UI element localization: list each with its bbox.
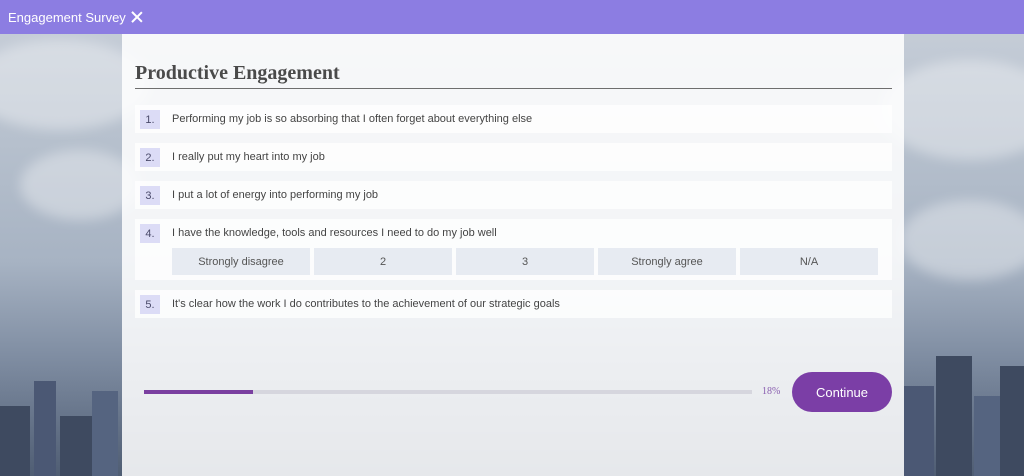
rating-options: Strongly disagree 2 3 Strongly agree N/A <box>172 248 882 275</box>
question-text: It's clear how the work I do contributes… <box>172 298 560 310</box>
question-number: 2. <box>140 148 160 167</box>
question-4: 4. I have the knowledge, tools and resou… <box>135 219 892 280</box>
question-number: 1. <box>140 110 160 129</box>
app-title: Engagement Survey <box>8 9 126 25</box>
continue-button[interactable]: Continue <box>792 372 892 412</box>
option-strongly-agree[interactable]: Strongly agree <box>598 248 736 275</box>
close-icon[interactable] <box>131 11 143 23</box>
question-text: I put a lot of energy into performing my… <box>172 189 379 201</box>
question-number: 3. <box>140 186 160 205</box>
question-5[interactable]: 5. It's clear how the work I do contribu… <box>135 290 892 318</box>
question-number: 5. <box>140 295 160 314</box>
question-text: I really put my heart into my job <box>172 151 325 163</box>
survey-panel: Productive Engagement 1. Performing my j… <box>122 34 904 476</box>
section-title: Productive Engagement <box>135 62 340 84</box>
option-strongly-disagree[interactable]: Strongly disagree <box>172 248 310 275</box>
progress-bar <box>144 390 752 394</box>
question-1[interactable]: 1. Performing my job is so absorbing tha… <box>135 105 892 133</box>
option-3[interactable]: 3 <box>456 248 594 275</box>
progress-percent: 18% <box>762 386 781 397</box>
option-na[interactable]: N/A <box>740 248 878 275</box>
question-number: 4. <box>140 224 160 243</box>
question-text: I have the knowledge, tools and resource… <box>172 227 497 239</box>
question-3[interactable]: 3. I put a lot of energy into performing… <box>135 181 892 209</box>
title-divider <box>135 88 892 89</box>
question-text: Performing my job is so absorbing that I… <box>172 113 533 125</box>
top-bar: Engagement Survey <box>0 0 1024 34</box>
question-2[interactable]: 2. I really put my heart into my job <box>135 143 892 171</box>
progress-bar-fill <box>144 390 254 394</box>
option-2[interactable]: 2 <box>314 248 452 275</box>
